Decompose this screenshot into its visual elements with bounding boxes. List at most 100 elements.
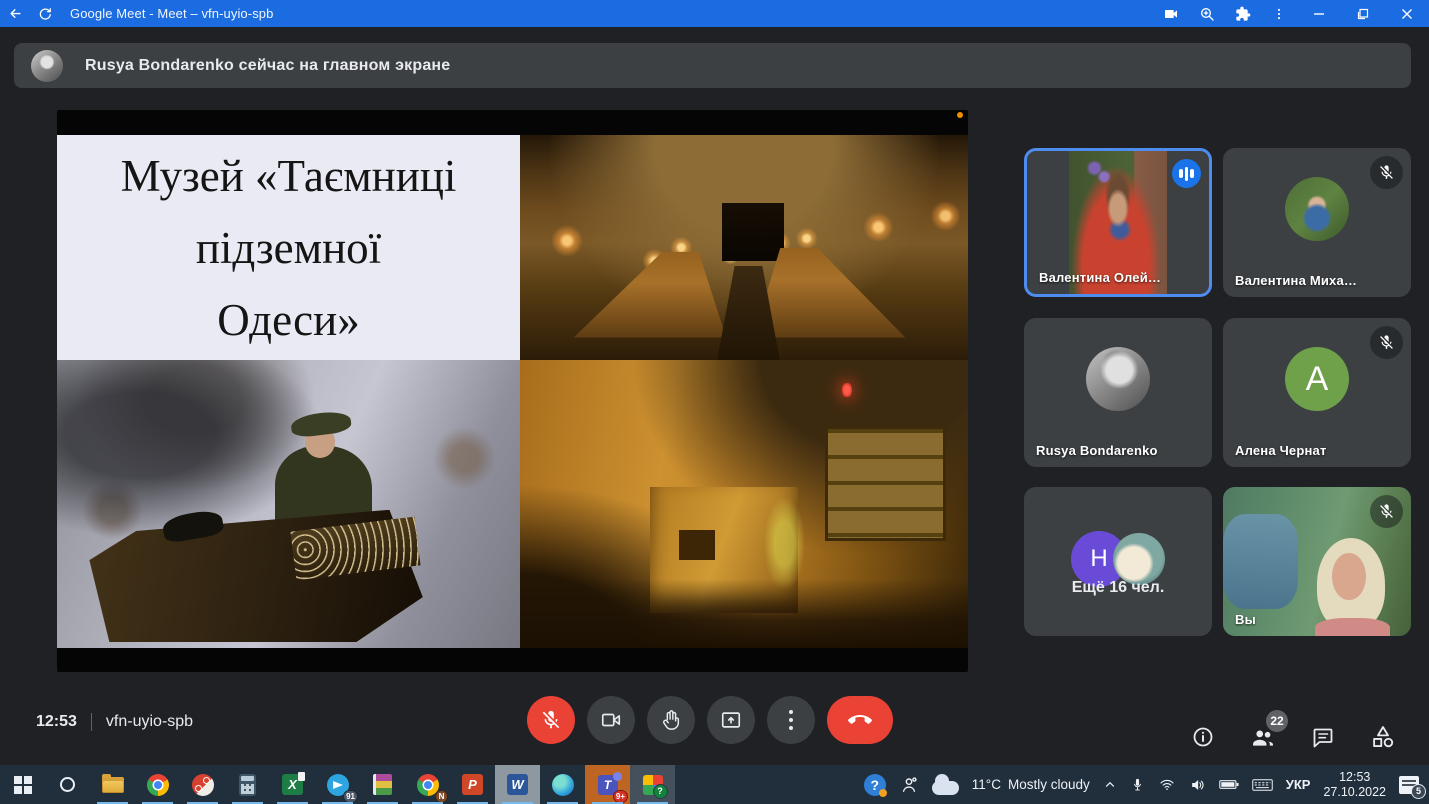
windows-logo-icon (14, 776, 32, 794)
zoom-page-icon[interactable] (1189, 0, 1225, 27)
participant-tile-alena[interactable]: A Алена Чернат (1223, 318, 1411, 467)
participant-tile-valentina-mikha[interactable]: Валентина Миха… (1223, 148, 1411, 297)
winrar-icon (373, 774, 392, 795)
participants-button[interactable]: 22 (1250, 724, 1276, 750)
end-call-button[interactable] (827, 696, 893, 744)
start-button[interactable] (0, 765, 45, 804)
tray-clock[interactable]: 12:53 27.10.2022 (1323, 770, 1386, 800)
winrar-taskbar-icon[interactable] (360, 765, 405, 804)
overflow-photo-avatar (1113, 533, 1165, 585)
chrome-profile-taskbar-icon[interactable]: N (405, 765, 450, 804)
meet-main: Rusya Bondarenko сейчас на главном экран… (0, 27, 1429, 765)
call-controls (527, 696, 893, 744)
kitchen-shelf (825, 426, 946, 541)
maximize-button[interactable] (1341, 0, 1385, 27)
chrome-taskbar-icon[interactable] (135, 765, 180, 804)
close-button[interactable] (1385, 0, 1429, 27)
tab-camera-icon[interactable] (1153, 0, 1189, 27)
presentation-tile[interactable]: Музей «Таємниці підземної Одеси» (57, 110, 968, 672)
raise-hand-button[interactable] (647, 696, 695, 744)
extensions-icon[interactable] (1225, 0, 1261, 27)
volume-tray-icon[interactable] (1189, 777, 1206, 793)
weather-widget[interactable] (932, 775, 959, 795)
participant-initial-avatar: A (1285, 347, 1349, 411)
chrome-icon (147, 774, 169, 796)
mic-off-icon (1370, 495, 1403, 528)
excel-page-corner (298, 772, 305, 781)
telegram-badge: 91 (343, 790, 358, 803)
get-help-tray-icon[interactable]: ? (864, 774, 886, 796)
slide-title-line3: Одеси» (217, 284, 359, 356)
chat-button[interactable] (1310, 724, 1336, 750)
excel-taskbar-icon[interactable]: X (270, 765, 315, 804)
participant-tile-rusya[interactable]: Rusya Bondarenko (1024, 318, 1212, 467)
activities-button[interactable] (1370, 724, 1396, 750)
back-icon[interactable] (0, 0, 30, 27)
speaking-indicator-icon (1172, 159, 1201, 188)
more-options-button[interactable] (767, 696, 815, 744)
minimize-button[interactable] (1297, 0, 1341, 27)
participant-avatar (1285, 177, 1349, 241)
self-video-shirt (1315, 618, 1390, 636)
calculator-taskbar-icon[interactable] (225, 765, 270, 804)
powerpoint-taskbar-icon[interactable]: P (450, 765, 495, 804)
presenting-banner: Rusya Bondarenko сейчас на главном экран… (14, 43, 1411, 88)
record-dot (957, 112, 963, 118)
teams-taskbar-icon[interactable]: T 9+ (585, 765, 630, 804)
windows-taskbar: X 91 N P W T 9+ (0, 765, 1429, 804)
action-center-button[interactable]: 5 (1399, 776, 1419, 794)
camera-toggle-button[interactable] (587, 696, 635, 744)
meeting-panels: 22 (1190, 724, 1396, 750)
participant-tile-you[interactable]: Вы (1223, 487, 1411, 636)
battery-tray-icon[interactable] (1219, 778, 1239, 791)
mic-toggle-button[interactable] (527, 696, 575, 744)
weather-temp: 11°C (972, 777, 1001, 792)
divider (91, 713, 92, 731)
slide-title-line2: підземної (196, 212, 381, 284)
calculator-icon (239, 774, 256, 796)
participant-tile-valentina-oley[interactable]: Валентина Олей… (1024, 148, 1212, 297)
participant-tile-overflow[interactable]: H Ещё 16 чел. (1024, 487, 1212, 636)
participants-count-badge: 22 (1266, 710, 1288, 732)
window-title: Google Meet - Meet – vfn-uyio-spb (70, 6, 273, 21)
participant-avatar (1086, 347, 1150, 411)
refresh-icon[interactable] (30, 0, 60, 27)
search-button[interactable] (45, 765, 90, 804)
present-button[interactable] (707, 696, 755, 744)
mic-off-icon (1370, 326, 1403, 359)
wifi-tray-icon[interactable] (1158, 777, 1176, 792)
slide-photo-dining-hall (520, 135, 968, 360)
dining-table-left (574, 252, 726, 338)
telegram-taskbar-icon[interactable]: 91 (315, 765, 360, 804)
meet-taskbar-icon[interactable]: ? (630, 765, 675, 804)
dining-table-right (753, 248, 905, 338)
kitchen-floor (520, 579, 968, 648)
overflow-count-label: Ещё 16 чел. (1024, 579, 1212, 597)
meeting-details-button[interactable] (1190, 724, 1216, 750)
snipping-tool-taskbar-icon[interactable] (180, 765, 225, 804)
microphone-tray-icon[interactable] (1130, 776, 1145, 793)
officer-cap (290, 410, 352, 439)
file-explorer-taskbar-icon[interactable] (90, 765, 135, 804)
browser-titlebar: Google Meet - Meet – vfn-uyio-spb (0, 0, 1429, 27)
edge-taskbar-icon[interactable] (540, 765, 585, 804)
powerpoint-icon: P (462, 774, 483, 795)
edge-icon (552, 774, 574, 796)
people-tray-icon[interactable] (899, 775, 919, 795)
touch-keyboard-tray-icon[interactable] (1252, 778, 1273, 792)
browser-menu-icon[interactable] (1261, 0, 1297, 27)
self-video-face (1332, 553, 1366, 601)
kitchen-lantern (842, 383, 852, 397)
tray-overflow-chevron[interactable] (1103, 778, 1117, 792)
word-taskbar-icon[interactable]: W (495, 765, 540, 804)
dining-doorway (722, 203, 785, 262)
meeting-code: vfn-uyio-spb (106, 713, 193, 731)
meet-window: Google Meet - Meet – vfn-uyio-spb (0, 0, 1429, 804)
chrome-profile-badge: N (435, 790, 448, 803)
dining-aisle (717, 266, 780, 361)
language-indicator[interactable]: УКР (1286, 777, 1311, 792)
weather-text[interactable]: 11°C Mostly cloudy (972, 777, 1090, 792)
meeting-info: 12:53 vfn-uyio-spb (36, 710, 193, 734)
slide: Музей «Таємниці підземної Одеси» (57, 135, 968, 648)
banner-text: Rusya Bondarenko сейчас на главном экран… (85, 57, 450, 75)
